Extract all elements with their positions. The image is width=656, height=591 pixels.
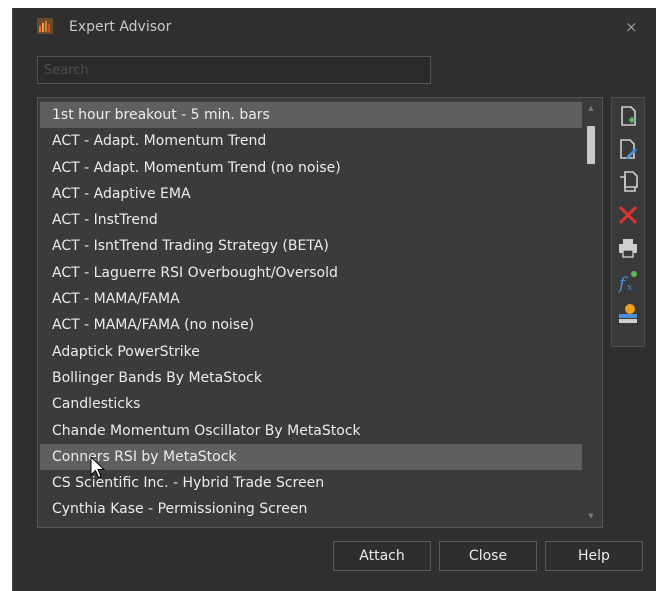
close-button[interactable]: Close xyxy=(439,541,537,571)
expert-list-items: 1st hour breakout - 5 min. bars ACT - Ada… xyxy=(40,102,582,523)
list-item[interactable]: ACT - InstTrend xyxy=(40,207,582,233)
new-icon[interactable] xyxy=(616,104,640,128)
list-scrollbar[interactable]: ▲ ▼ xyxy=(584,102,598,524)
list-item[interactable]: ACT - Laguerre RSI Overbought/Oversold xyxy=(40,260,582,286)
list-item[interactable]: Conners RSI by MetaStock xyxy=(40,443,582,471)
scroll-up-icon[interactable]: ▲ xyxy=(584,102,598,114)
list-item[interactable]: Cynthia Kase - Permissioning Screen xyxy=(40,496,582,522)
search-input[interactable] xyxy=(37,56,431,84)
delete-icon[interactable] xyxy=(616,203,640,227)
expert-list[interactable]: 1st hour breakout - 5 min. bars ACT - Ada… xyxy=(37,97,603,528)
list-item[interactable]: ACT - Adapt. Momentum Trend xyxy=(40,128,582,154)
edit-icon[interactable] xyxy=(616,137,640,161)
scroll-down-icon[interactable]: ▼ xyxy=(584,510,598,522)
list-item[interactable]: 1st hour breakout - 5 min. bars xyxy=(40,102,582,129)
attach-button[interactable]: Attach xyxy=(333,541,431,571)
list-item[interactable]: Bollinger Bands By MetaStock xyxy=(40,365,582,391)
title-bar[interactable]: Expert Advisor × xyxy=(13,8,656,48)
list-item[interactable]: ACT - Adaptive EMA xyxy=(40,181,582,207)
list-item[interactable]: ACT - MAMA/FAMA (no noise) xyxy=(40,312,582,338)
svg-text:x: x xyxy=(627,283,632,293)
list-item[interactable]: CS Scientific Inc. - Hybrid Trade Screen xyxy=(40,470,582,496)
list-item[interactable]: Adaptick PowerStrike xyxy=(40,339,582,365)
organizer-icon[interactable] xyxy=(616,302,640,326)
scroll-thumb[interactable] xyxy=(587,126,595,164)
window-title: Expert Advisor xyxy=(69,19,172,35)
list-item[interactable]: ACT - MAMA/FAMA xyxy=(40,286,582,312)
list-item[interactable]: ACT - Adapt. Momentum Trend (no noise) xyxy=(40,155,582,181)
expert-advisor-dialog: Expert Advisor × 1st hour breakout - 5 m… xyxy=(12,8,656,591)
help-button[interactable]: Help xyxy=(545,541,643,571)
app-logo-icon xyxy=(37,18,53,34)
copy-icon[interactable] xyxy=(616,170,640,194)
side-toolbar: f x xyxy=(611,97,645,347)
list-item[interactable]: Candlesticks xyxy=(40,391,582,417)
print-icon[interactable] xyxy=(616,236,640,260)
formula-icon[interactable]: f x xyxy=(616,269,640,293)
close-icon[interactable]: × xyxy=(625,18,638,36)
list-item[interactable]: ACT - IsntTrend Trading Strategy (BETA) xyxy=(40,233,582,259)
list-item[interactable]: Chande Momentum Oscillator By MetaStock xyxy=(40,418,582,444)
mouse-cursor-icon xyxy=(90,455,106,484)
